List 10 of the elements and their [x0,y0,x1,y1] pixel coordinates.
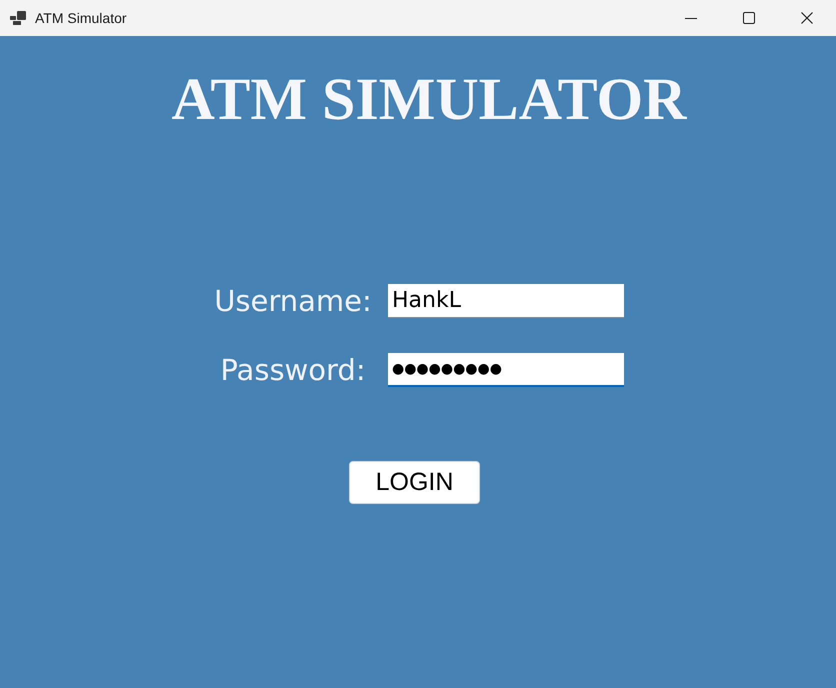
username-field[interactable]: HankL [388,284,624,318]
app-heading: ATM SIMULATOR [171,65,687,134]
close-icon [801,12,813,24]
field-label: Password: [220,353,366,387]
window-title: ATM Simulator [35,10,127,26]
app-icon [10,11,26,25]
password-field[interactable]: ●●●●●●●●● [388,353,624,387]
login-button[interactable]: LOGIN [349,461,480,504]
maximize-icon [743,12,755,24]
field-label: Username: [214,284,372,318]
